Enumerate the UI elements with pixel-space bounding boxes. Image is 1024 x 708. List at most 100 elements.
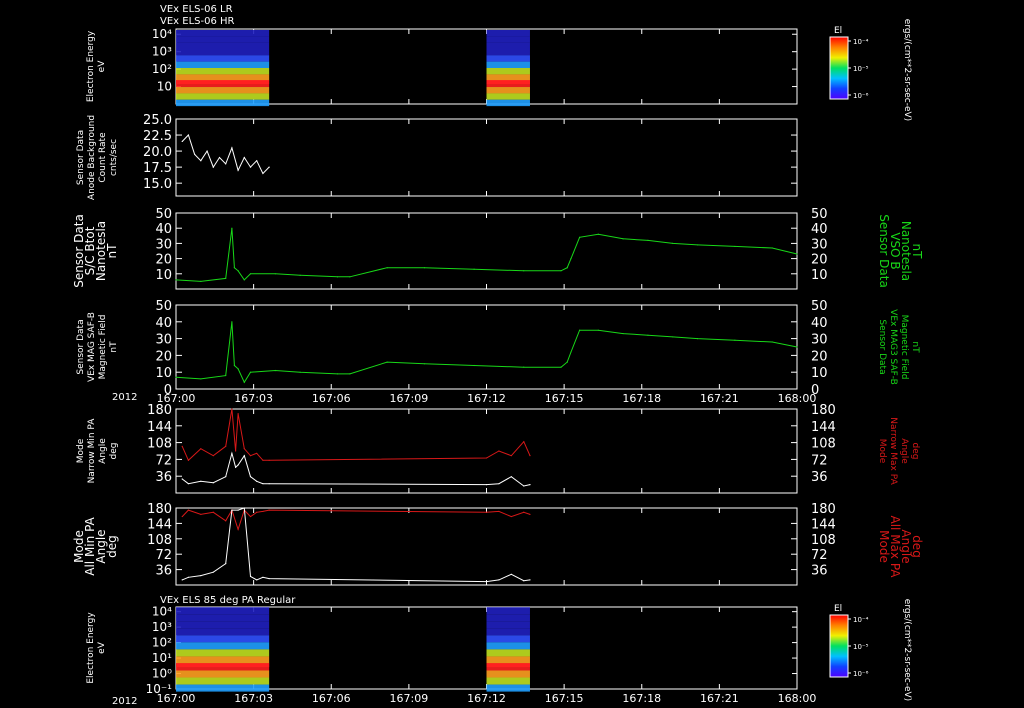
y-tick-label-right: 72 <box>811 453 828 468</box>
data-point <box>175 376 177 378</box>
y-axis-label-right: Mode Narrow Max PA Angle deg <box>877 417 920 485</box>
data-point <box>262 510 264 513</box>
data-point <box>200 280 202 282</box>
data-point <box>771 247 773 249</box>
data-point <box>523 511 525 513</box>
title-top-2: VEx ELS-06 HR <box>160 16 235 27</box>
y-tick-label-right: 30 <box>811 333 828 348</box>
data-point <box>181 140 183 143</box>
data-point <box>423 267 425 269</box>
title-top-1: VEx ELS-06 LR <box>160 4 233 15</box>
data-point <box>249 455 252 457</box>
spectrogram-band <box>486 684 530 692</box>
y-axis-label-line: eV <box>97 60 107 73</box>
x-tick-label: 167:18 <box>622 392 661 405</box>
spectrogram-band <box>486 670 530 678</box>
data-point <box>225 163 227 165</box>
spectrogram-band <box>176 649 270 657</box>
data-point <box>249 371 252 373</box>
data-point <box>529 455 531 457</box>
data-point <box>473 268 475 270</box>
spectrogram-peak <box>486 663 530 668</box>
data-point <box>570 351 572 353</box>
spectrogram-band <box>486 42 530 50</box>
y-tick-label: 144 <box>147 517 172 532</box>
data-point <box>498 450 500 452</box>
data-point <box>181 445 183 447</box>
data-point <box>256 511 258 513</box>
data-point <box>672 336 674 338</box>
data-point <box>771 341 773 343</box>
y-tick-label: 72 <box>155 453 172 468</box>
spectrogram-band <box>176 68 270 75</box>
data-point <box>498 510 500 513</box>
data-point <box>485 511 488 513</box>
data-point <box>243 455 245 457</box>
data-point <box>256 579 258 581</box>
spectrogram-band <box>486 29 530 37</box>
y-tick-label-right: 180 <box>811 502 836 517</box>
data-point <box>523 485 525 487</box>
spectrogram-band <box>486 36 530 43</box>
spectrogram-band <box>486 614 530 622</box>
data-point <box>212 482 214 484</box>
y-tick-label: 17.5 <box>143 161 172 176</box>
x-tick-label: 167:21 <box>700 692 739 705</box>
colorbar-tick-label: 10⁻⁶ <box>853 670 869 678</box>
panel-frame-bmag2 <box>175 304 798 390</box>
y-axis-label-line: Electron Energy <box>86 30 96 102</box>
y-tick-label: 108 <box>147 437 172 452</box>
y-tick-label: 22.5 <box>143 129 172 144</box>
y-tick-label: 36 <box>155 564 172 579</box>
spectrogram-band <box>486 621 530 629</box>
spectrogram-band <box>486 93 530 100</box>
spectrogram-band <box>176 48 270 56</box>
spectrogram-band <box>176 87 270 94</box>
spectrogram-band <box>486 628 530 636</box>
data-point <box>237 413 239 415</box>
colorbar-top <box>829 36 849 100</box>
y-tick-label-right: 10 <box>811 268 828 283</box>
data-point <box>349 373 351 375</box>
x-tick-label: 168:00 <box>778 692 817 705</box>
data-point <box>243 381 245 383</box>
data-point <box>194 153 196 155</box>
y-tick-label: 36 <box>155 470 172 485</box>
y-axis-label-right-line: Magnetic Field <box>899 315 909 380</box>
data-point <box>256 452 258 454</box>
data-point <box>510 515 512 518</box>
data-point <box>498 483 500 485</box>
data-point <box>336 276 339 278</box>
colorbar-tick-label: 10⁻⁵ <box>853 65 869 73</box>
data-point <box>647 239 649 241</box>
y-tick-label: 10 <box>155 366 172 381</box>
data-point <box>560 270 562 272</box>
data-point <box>566 267 568 269</box>
data-point <box>268 509 270 511</box>
data-point <box>225 374 227 377</box>
x-tick-label: 167:09 <box>390 692 429 705</box>
year-label-1: 2012 <box>112 392 137 403</box>
colorbar-tick-label: 10⁻⁴ <box>853 38 869 46</box>
y-tick-label-right: 36 <box>811 470 828 485</box>
spectrogram-band <box>176 93 270 100</box>
y-tick-label: 180 <box>147 403 172 418</box>
data-point <box>262 576 264 578</box>
data-point <box>672 242 674 244</box>
y-tick-label: 25.0 <box>143 113 172 128</box>
x-tick-label: 167:15 <box>545 692 584 705</box>
y-tick-label-right: 144 <box>811 517 836 532</box>
data-point <box>231 321 233 323</box>
spectrogram-band <box>176 607 270 615</box>
y-tick-label: 10 <box>157 80 172 94</box>
y-tick-label: 10⁰ <box>152 667 172 681</box>
y-tick-label: 10² <box>152 62 172 76</box>
data-point <box>262 172 264 175</box>
data-point <box>597 233 599 235</box>
spectrogram-band <box>176 74 270 81</box>
series-line-green <box>175 321 798 384</box>
data-point <box>485 457 488 459</box>
spectrogram-band <box>176 642 270 650</box>
data-point <box>235 450 237 452</box>
y-tick-label-right: 30 <box>811 237 828 252</box>
